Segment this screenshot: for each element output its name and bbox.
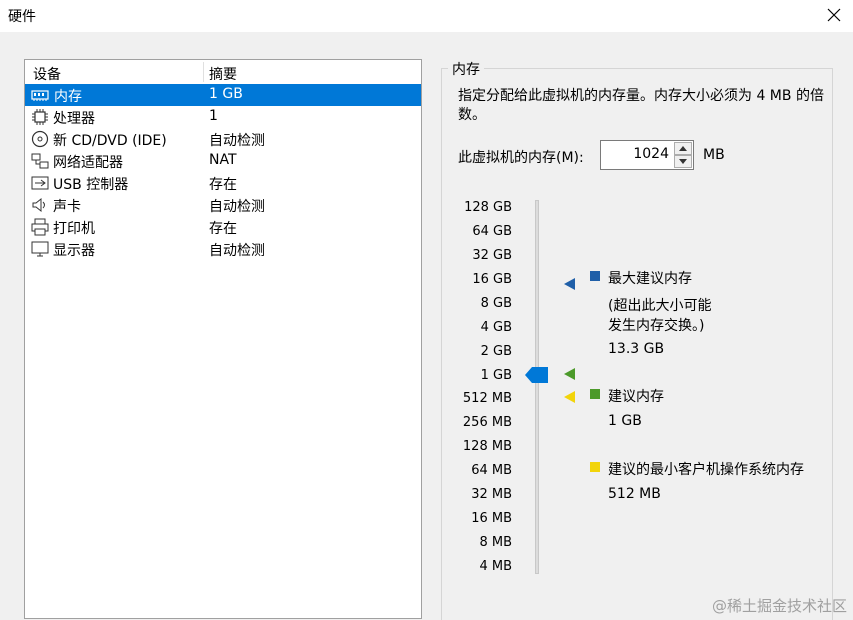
device-summary: 自动检测 [209, 133, 265, 149]
column-header-summary[interactable]: 摘要 [209, 64, 237, 84]
memory-stepper[interactable]: 1024 [600, 140, 694, 170]
scale-label: 16 MB [471, 511, 512, 526]
scale-label: 16 GB [472, 272, 512, 287]
device-row-usb[interactable]: USB 控制器 存在 [25, 172, 421, 194]
scale-label: 64 MB [471, 463, 512, 478]
scale-label: 32 MB [471, 487, 512, 502]
scale-label: 512 MB [462, 391, 512, 406]
device-name: 新 CD/DVD (IDE) [53, 133, 167, 149]
device-name: USB 控制器 [53, 177, 129, 193]
device-summary: NAT [209, 152, 237, 168]
device-row-cpu[interactable]: 处理器 1 [25, 106, 421, 128]
scale-label: 128 MB [462, 439, 512, 454]
device-summary: 1 GB [209, 86, 243, 102]
memory-unit: MB [703, 147, 725, 163]
speaker-icon [32, 197, 45, 213]
arrow-down-icon [679, 159, 687, 164]
scale-label: 128 GB [464, 200, 512, 215]
network-icon [31, 153, 49, 169]
max-legend-label: 最大建议内存 [608, 271, 692, 287]
window-title: 硬件 [8, 9, 36, 25]
memory-slider-track[interactable] [535, 200, 539, 574]
scale-label: 32 GB [472, 248, 512, 263]
scale-label: 4 MB [479, 559, 512, 574]
memory-slider-thumb[interactable] [525, 367, 549, 383]
device-name: 打印机 [53, 221, 95, 237]
min-guest-marker [564, 391, 575, 403]
memory-group-title: 内存 [448, 59, 484, 79]
device-summary: 自动检测 [209, 199, 265, 215]
recommended-legend-swatch [590, 389, 600, 399]
decrement-button[interactable] [674, 155, 692, 168]
scale-label: 8 MB [479, 535, 512, 550]
memory-input[interactable]: 1024 [633, 146, 669, 162]
min-guest-legend-label: 建议的最小客户机操作系统内存 [608, 462, 804, 478]
device-summary: 存在 [209, 177, 237, 193]
scale-label: 4 GB [480, 320, 512, 335]
memory-label: 此虚拟机的内存(M): [458, 150, 584, 166]
max-recommended-marker [564, 278, 575, 290]
watermark: @稀土掘金技术社区 [711, 597, 847, 615]
device-name: 声卡 [53, 199, 81, 215]
device-row-cd[interactable]: 新 CD/DVD (IDE) 自动检测 [25, 128, 421, 150]
cpu-icon [32, 109, 48, 125]
device-name: 显示器 [53, 243, 95, 259]
min-guest-legend-value: 512 MB [608, 486, 661, 502]
device-name: 网络适配器 [53, 155, 123, 171]
scale-label: 2 GB [480, 344, 512, 359]
device-summary: 存在 [209, 221, 237, 237]
scale-label: 64 GB [472, 224, 512, 239]
recommended-marker [564, 368, 575, 380]
scale-label: 256 MB [462, 415, 512, 430]
memory-description: 指定分配给此虚拟机的内存量。内存大小必须为 4 MB 的倍数。 [458, 88, 824, 123]
device-row-printer[interactable]: 打印机 存在 [25, 216, 421, 238]
device-row-network[interactable]: 网络适配器 NAT [25, 150, 421, 172]
device-row-memory[interactable]: 内存 1 GB [25, 84, 421, 106]
arrow-up-icon [679, 146, 687, 151]
max-legend-swatch [590, 271, 600, 281]
scale-label: 8 GB [480, 296, 512, 311]
monitor-icon [31, 241, 49, 257]
min-guest-legend-swatch [590, 462, 600, 472]
recommended-legend-label: 建议内存 [608, 389, 664, 405]
device-row-display[interactable]: 显示器 自动检测 [25, 238, 421, 260]
device-name: 处理器 [53, 111, 95, 127]
max-legend-value: 13.3 GB [608, 341, 665, 357]
close-button[interactable] [823, 4, 845, 26]
title-bar: 硬件 [0, 0, 853, 32]
device-summary: 1 [209, 108, 218, 124]
cd-icon [31, 130, 49, 148]
device-list[interactable]: 设备 摘要 内存 1 GB 处理器 1 新 CD/DVD (IDE) 自动检测 … [24, 59, 422, 619]
close-icon [827, 8, 841, 22]
scale-label: 1 GB [480, 368, 512, 383]
device-row-sound[interactable]: 声卡 自动检测 [25, 194, 421, 216]
increment-button[interactable] [674, 142, 692, 155]
memory-icon [31, 90, 49, 101]
max-legend-note: 发生内存交换。) [608, 318, 705, 334]
device-list-header: 设备 摘要 [25, 60, 421, 84]
printer-icon [31, 218, 49, 236]
device-summary: 自动检测 [209, 243, 265, 259]
recommended-legend-value: 1 GB [608, 413, 642, 429]
max-legend-note: (超出此大小可能 [608, 298, 712, 314]
device-name: 内存 [53, 86, 83, 106]
column-header-device[interactable]: 设备 [33, 64, 61, 84]
usb-icon [31, 176, 49, 190]
